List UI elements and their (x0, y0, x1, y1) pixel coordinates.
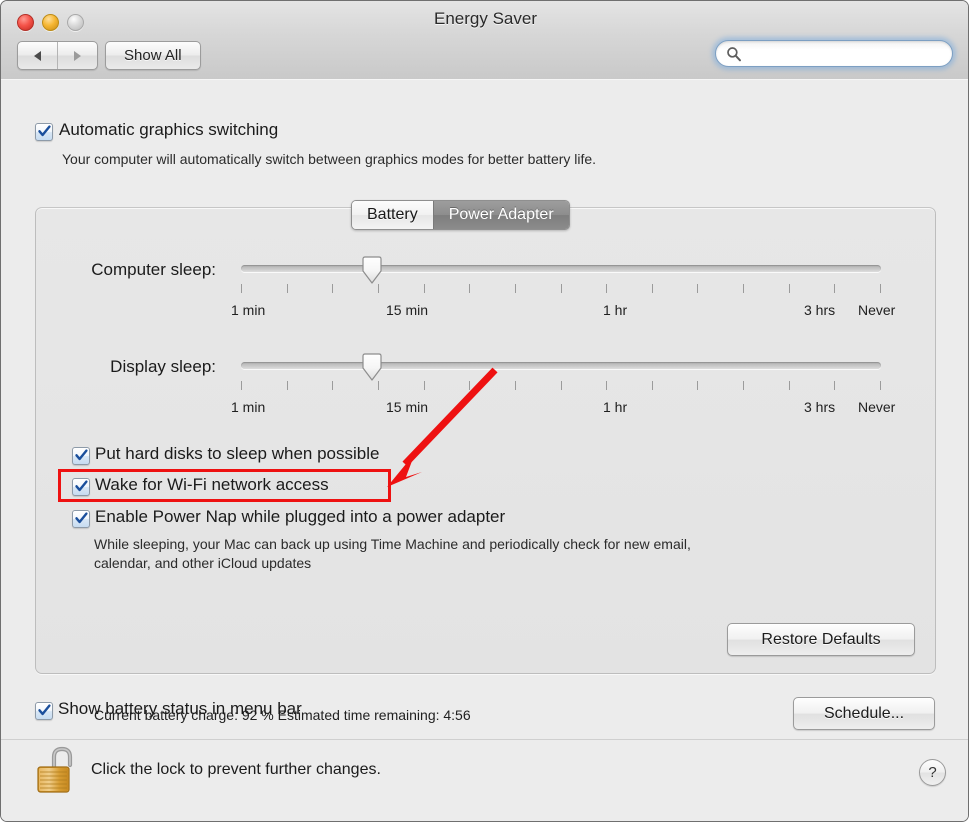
slider-tick (561, 284, 562, 293)
slider-tick (515, 284, 516, 293)
display-sleep-tick-label-2: 1 hr (603, 399, 628, 415)
slider-tick (697, 381, 698, 390)
slider-tick (378, 381, 379, 390)
page-title: Energy Saver (434, 9, 537, 28)
navigation-segmented-control (17, 41, 98, 70)
checkmark-icon (38, 704, 51, 716)
checkmark-icon (75, 480, 88, 492)
energy-saver-window: Energy Saver Show All Automatic graphics… (0, 0, 969, 822)
computer-sleep-label: Computer sleep: (91, 260, 216, 279)
computer-sleep-tick-marks (241, 284, 881, 293)
slider-tick (241, 284, 242, 293)
display-sleep-slider-thumb[interactable] (361, 353, 383, 382)
tab-power-adapter[interactable]: Power Adapter (432, 201, 569, 229)
slider-tick (880, 284, 881, 293)
slider-tick (424, 381, 425, 390)
slider-tick (332, 381, 333, 390)
enable-power-nap-label: Enable Power Nap while plugged into a po… (95, 507, 506, 526)
show-all-button[interactable]: Show All (105, 41, 201, 70)
slider-tick (241, 381, 242, 390)
display-sleep-tick-label-0: 1 min (231, 399, 266, 415)
put-hard-disks-to-sleep-label: Put hard disks to sleep when possible (95, 444, 380, 463)
triangle-right-icon (74, 50, 81, 61)
lock-instruction-text: Click the lock to prevent further change… (91, 761, 381, 778)
window-titlebar: Energy Saver Show All (1, 1, 968, 80)
slider-tick (515, 381, 516, 390)
put-hard-disks-to-sleep-checkbox[interactable] (72, 447, 90, 465)
search-icon (727, 47, 741, 62)
open-padlock-icon[interactable] (34, 744, 78, 794)
checkmark-icon (75, 512, 88, 524)
computer-sleep-slider-track[interactable] (241, 265, 881, 272)
checkmark-icon (38, 125, 51, 137)
computer-sleep-tick-label-2: 1 hr (603, 302, 628, 318)
power-source-tabs: Battery Power Adapter (351, 200, 570, 230)
triangle-left-icon (34, 50, 41, 61)
computer-sleep-tick-label-1: 15 min (386, 302, 429, 318)
show-battery-status-checkbox[interactable] (35, 702, 53, 720)
search-input[interactable] (747, 41, 940, 70)
slider-tick (652, 381, 653, 390)
wake-for-wifi-checkbox[interactable] (72, 478, 90, 496)
automatic-graphics-switching-description: Your computer will automatically switch … (62, 151, 597, 167)
slider-tick (287, 284, 288, 293)
preferences-content: Automatic graphics switching Your comput… (1, 79, 968, 740)
display-sleep-slider-track[interactable] (241, 362, 881, 369)
search-field-wrapper (712, 37, 956, 70)
enable-power-nap-checkbox[interactable] (72, 510, 90, 528)
tab-battery[interactable]: Battery (352, 201, 433, 229)
slider-tick (424, 284, 425, 293)
computer-sleep-tick-label-0: 1 min (231, 302, 266, 318)
slider-tick (378, 284, 379, 293)
slider-tick (880, 381, 881, 390)
automatic-graphics-switching-checkbox[interactable] (35, 123, 53, 141)
slider-tick (606, 381, 607, 390)
forward-button[interactable] (58, 42, 97, 69)
help-button[interactable]: ? (919, 759, 946, 786)
schedule-button[interactable]: Schedule... (793, 697, 935, 730)
slider-tick (469, 381, 470, 390)
display-sleep-tick-label-1: 15 min (386, 399, 429, 415)
slider-tick (789, 284, 790, 293)
automatic-graphics-switching-label: Automatic graphics switching (59, 120, 279, 139)
show-battery-status-label: Show battery status in menu bar (58, 699, 302, 718)
display-sleep-tick-label-4: Never (858, 399, 896, 415)
search-field[interactable] (715, 40, 953, 70)
slider-tick (834, 381, 835, 390)
slider-tick (697, 284, 698, 293)
slider-tick (332, 284, 333, 293)
slider-tick (834, 284, 835, 293)
display-sleep-tick-label-3: 3 hrs (804, 399, 836, 415)
computer-sleep-tick-label-4: Never (858, 302, 896, 318)
restore-defaults-button[interactable]: Restore Defaults (727, 623, 915, 656)
wake-for-wifi-label: Wake for Wi-Fi network access (95, 475, 329, 494)
back-button[interactable] (18, 42, 58, 69)
slider-tick (743, 381, 744, 390)
computer-sleep-tick-label-3: 3 hrs (804, 302, 836, 318)
power-nap-description-line1: While sleeping, your Mac can back up usi… (94, 536, 691, 552)
slider-tick (561, 381, 562, 390)
window-footer (1, 739, 968, 821)
power-nap-description-line2: calendar, and other iCloud updates (94, 555, 312, 571)
slider-tick (287, 381, 288, 390)
slider-tick (789, 381, 790, 390)
slider-tick (652, 284, 653, 293)
computer-sleep-slider-thumb[interactable] (361, 256, 383, 285)
slider-tick (606, 284, 607, 293)
display-sleep-tick-marks (241, 381, 881, 390)
checkmark-icon (75, 449, 88, 461)
slider-tick (743, 284, 744, 293)
slider-tick (469, 284, 470, 293)
display-sleep-label: Display sleep: (110, 357, 216, 376)
